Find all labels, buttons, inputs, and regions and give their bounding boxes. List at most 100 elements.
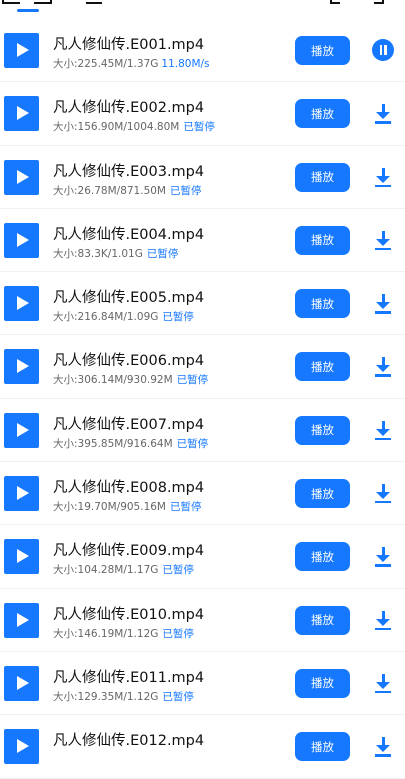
play-button[interactable]: 播放 [295, 352, 350, 382]
list-item[interactable]: 凡人修仙传.E003.mp4 大小:26.78M/871.50M 已暂停 播放 [0, 146, 405, 209]
download-icon-base [375, 311, 391, 314]
size-info: 大小:395.85M/916.64M 已暂停 [53, 436, 208, 451]
play-button[interactable]: 播放 [295, 225, 350, 255]
status-label: 已暂停 [162, 564, 194, 577]
video-thumbnail-play-icon[interactable] [4, 412, 39, 448]
status-label: 已暂停 [146, 247, 179, 260]
play-button[interactable]: 播放 [295, 732, 350, 762]
file-name: 凡人修仙传.E002.mp4 [53, 100, 205, 117]
active-tab-indicator [17, 9, 39, 12]
download-icon[interactable] [372, 103, 394, 125]
cropped-header-glyph [86, 0, 102, 4]
download-icon[interactable] [372, 546, 394, 568]
status-label: 已暂停 [162, 627, 194, 640]
top-tab-bar [0, 0, 405, 18]
download-icon-base [375, 184, 391, 187]
size-text: 大小:395.85M/916.64M [53, 437, 173, 450]
file-name: 凡人修仙传.E001.mp4 [53, 37, 205, 53]
list-item[interactable]: 凡人修仙传.E001.mp4 大小:225.45M/1.37G 11.80M/s 播放 [0, 19, 405, 83]
video-thumbnail-play-icon[interactable] [4, 33, 39, 68]
video-thumbnail-play-icon[interactable] [4, 286, 39, 322]
file-name: 凡人修仙传.E003.mp4 [53, 163, 205, 180]
size-info: 大小:129.35M/1.12G 已暂停 [53, 689, 194, 704]
size-info: 大小:83.3K/1.01G 已暂停 [53, 246, 178, 261]
download-icon-base [375, 501, 391, 504]
status-label: 已暂停 [162, 311, 194, 324]
list-item[interactable]: 凡人修仙传.E007.mp4 大小:395.85M/916.64M 已暂停 播放 [0, 399, 405, 463]
size-text: 大小:225.45M/1.37G [53, 58, 159, 70]
download-icon-base [375, 627, 391, 631]
size-info: 大小:104.28M/1.17G 已暂停 [53, 562, 194, 577]
size-info: 大小:225.45M/1.37G 11.80M/s [53, 56, 210, 71]
video-thumbnail-play-icon[interactable] [4, 222, 39, 258]
download-icon[interactable] [372, 293, 394, 315]
download-icon-base [375, 754, 391, 757]
file-name: 凡人修仙传.E006.mp4 [53, 353, 205, 370]
download-icon[interactable] [372, 356, 394, 378]
size-text: 大小:19.70M/905.16M [53, 501, 166, 514]
status-label: 已暂停 [162, 690, 194, 703]
list-item[interactable]: 凡人修仙传.E005.mp4 大小:216.84M/1.09G 已暂停 播放 [0, 272, 405, 336]
download-icon-base [375, 437, 391, 441]
download-icon[interactable] [372, 736, 394, 758]
status-label: 已暂停 [183, 121, 215, 134]
file-name: 凡人修仙传.E011.mp4 [53, 669, 205, 686]
size-info: 大小:146.19M/1.12G 已暂停 [53, 626, 194, 641]
pause-icon[interactable] [372, 39, 394, 61]
cropped-header-glyph [34, 0, 52, 4]
download-icon-base [375, 690, 391, 694]
video-thumbnail-play-icon[interactable] [4, 476, 39, 512]
video-thumbnail-play-icon[interactable] [4, 96, 39, 132]
play-button[interactable]: 播放 [295, 479, 350, 509]
play-button[interactable]: 播放 [295, 542, 350, 572]
play-button[interactable]: 播放 [295, 668, 350, 698]
list-item[interactable]: 凡人修仙传.E004.mp4 大小:83.3K/1.01G 已暂停 播放 [0, 209, 405, 273]
video-thumbnail-play-icon[interactable] [4, 602, 39, 638]
download-icon[interactable] [372, 420, 394, 442]
size-text: 大小:104.28M/1.17G [53, 564, 159, 577]
list-item[interactable]: 凡人修仙传.E010.mp4 大小:146.19M/1.12G 已暂停 播放 [0, 589, 405, 652]
list-item[interactable]: 凡人修仙传.E011.mp4 大小:129.35M/1.12G 已暂停 播放 [0, 652, 405, 716]
play-button[interactable]: 播放 [295, 289, 350, 319]
list-item[interactable]: 凡人修仙传.E009.mp4 大小:104.28M/1.17G 已暂停 播放 [0, 525, 405, 589]
video-thumbnail-play-icon[interactable] [4, 539, 39, 575]
size-text: 大小:83.3K/1.01G [53, 247, 143, 260]
download-speed: 11.80M/s [161, 58, 210, 70]
status-label: 已暂停 [176, 437, 209, 450]
download-icon-base [375, 247, 391, 251]
size-info: 大小:19.70M/905.16M 已暂停 [53, 499, 202, 514]
list-item[interactable]: 凡人修仙传.E012.mp4 播放 [0, 715, 405, 779]
file-name: 凡人修仙传.E012.mp4 [53, 733, 205, 750]
list-item[interactable]: 凡人修仙传.E006.mp4 大小:306.14M/930.92M 已暂停 播放 [0, 335, 405, 399]
video-thumbnail-play-icon[interactable] [4, 159, 39, 195]
download-icon-base [375, 564, 391, 567]
cropped-header-glyph [2, 0, 20, 4]
size-text: 大小:146.19M/1.12G [53, 627, 159, 640]
size-text: 大小:216.84M/1.09G [53, 311, 159, 324]
download-icon[interactable] [372, 610, 394, 632]
download-list: 凡人修仙传.E001.mp4 大小:225.45M/1.37G 11.80M/s 播放… [0, 19, 405, 779]
list-item[interactable]: 凡人修仙传.E008.mp4 大小:19.70M/905.16M 已暂停 播放 [0, 462, 405, 526]
size-text: 大小:26.78M/871.50M [53, 184, 166, 197]
download-icon-base [375, 121, 391, 124]
download-icon-base [375, 374, 391, 377]
size-info: 大小:156.90M/1004.80M 已暂停 [53, 119, 215, 134]
size-text: 大小:129.35M/1.12G [53, 690, 159, 703]
file-name: 凡人修仙传.E009.mp4 [53, 543, 205, 560]
video-thumbnail-play-icon[interactable] [4, 349, 39, 385]
download-icon[interactable] [372, 673, 394, 695]
size-info: 大小:26.78M/871.50M 已暂停 [53, 183, 202, 198]
file-name: 凡人修仙传.E008.mp4 [53, 480, 205, 497]
video-thumbnail-play-icon[interactable] [4, 665, 39, 701]
download-icon[interactable] [372, 230, 394, 252]
download-icon[interactable] [372, 483, 394, 505]
status-label: 已暂停 [170, 184, 202, 197]
list-item[interactable]: 凡人修仙传.E002.mp4 大小:156.90M/1004.80M 已暂停 播放 [0, 82, 405, 146]
play-button[interactable]: 播放 [295, 99, 350, 129]
download-icon[interactable] [372, 167, 394, 189]
video-thumbnail-play-icon[interactable] [4, 729, 39, 765]
play-button[interactable]: 播放 [295, 162, 350, 192]
play-button[interactable]: 播放 [295, 36, 350, 65]
play-button[interactable]: 播放 [295, 605, 350, 635]
play-button[interactable]: 播放 [295, 415, 350, 445]
